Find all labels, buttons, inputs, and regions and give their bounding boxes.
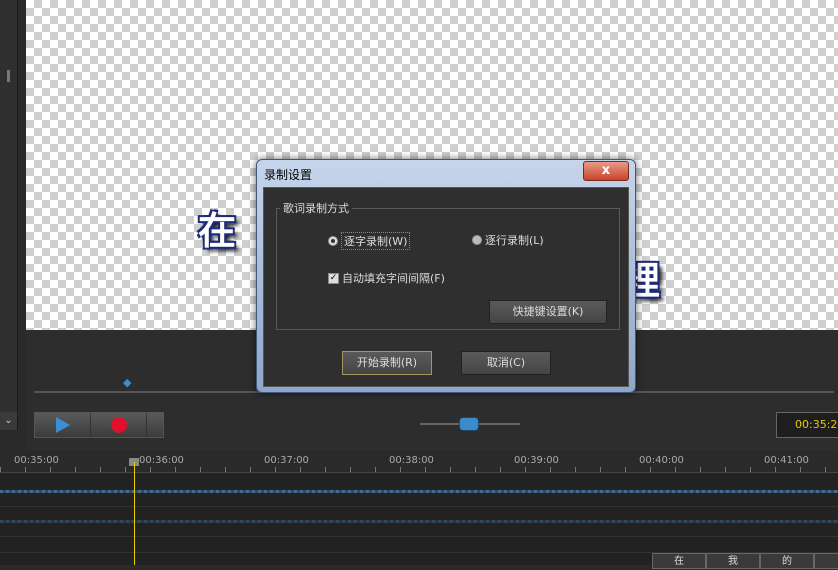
- chevron-down-icon[interactable]: ⌄: [0, 412, 17, 430]
- volume-slider-thumb[interactable]: [459, 417, 479, 431]
- option-word-record[interactable]: 逐字录制(W): [328, 232, 411, 250]
- option-line-label: 逐行录制(L): [485, 234, 544, 247]
- play-icon: [55, 417, 70, 433]
- transport-controls: [34, 412, 164, 438]
- audio-track[interactable]: [0, 478, 838, 507]
- transport-extra-button[interactable]: [147, 413, 163, 437]
- radio-icon[interactable]: [472, 235, 482, 245]
- close-button[interactable]: x: [583, 161, 629, 181]
- lyric-block[interactable]: 的: [760, 553, 814, 569]
- play-button[interactable]: [35, 413, 91, 437]
- waveform: [0, 520, 838, 523]
- tick-label: 00:39:00: [514, 455, 559, 466]
- tick-label: 00:35:00: [14, 455, 59, 466]
- left-panel: ⌄: [0, 0, 18, 430]
- group-label: 歌词录制方式: [280, 200, 352, 216]
- option-word-label: 逐字录制(W): [341, 232, 411, 250]
- dialog-body: 歌词录制方式 逐字录制(W) 逐行录制(L) ✓ 自动填充字间间隔(F) 快捷键…: [263, 187, 629, 387]
- record-button[interactable]: [91, 413, 147, 437]
- playhead[interactable]: [134, 462, 135, 565]
- lyric-blocks: 在 我 的: [652, 553, 838, 569]
- record-settings-dialog: 录制设置 x 歌词录制方式 逐字录制(W) 逐行录制(L) ✓ 自动填充字间间隔…: [256, 159, 636, 393]
- auto-fill-label: 自动填充字间间隔(F): [342, 272, 445, 285]
- radio-selected-icon[interactable]: [328, 236, 338, 246]
- lyric-text-left: 在: [198, 208, 237, 253]
- lyric-block[interactable]: 我: [706, 553, 760, 569]
- timeline: 00:35:00 00:36:00 00:37:00 00:38:00 00:3…: [0, 450, 838, 569]
- lyric-block[interactable]: [814, 553, 838, 569]
- lyric-track[interactable]: [0, 538, 838, 553]
- waveform: [0, 490, 838, 493]
- cancel-button[interactable]: 取消(C): [461, 351, 551, 375]
- tick-label: 00:36:00: [139, 455, 184, 466]
- splitter-grip[interactable]: [7, 70, 10, 82]
- checkbox-checked-icon[interactable]: ✓: [328, 272, 339, 284]
- tick-label: 00:41:00: [764, 455, 809, 466]
- dialog-title: 录制设置: [264, 168, 313, 182]
- lyric-block[interactable]: 在: [652, 553, 706, 569]
- time-ruler[interactable]: 00:35:00 00:36:00 00:37:00 00:38:00 00:3…: [0, 450, 838, 473]
- hotkey-settings-button[interactable]: 快捷键设置(K): [489, 300, 607, 324]
- start-record-button[interactable]: 开始录制(R): [342, 351, 432, 375]
- audio-track[interactable]: [0, 508, 838, 537]
- tick-label: 00:37:00: [264, 455, 309, 466]
- tick-label: 00:40:00: [639, 455, 684, 466]
- position-marker-icon[interactable]: ◆: [123, 377, 135, 388]
- option-line-record[interactable]: 逐行录制(L): [472, 232, 544, 248]
- tick-label: 00:38:00: [389, 455, 434, 466]
- auto-fill-checkbox[interactable]: ✓ 自动填充字间间隔(F): [328, 270, 445, 286]
- timecode-display: 00:35:24: [776, 412, 838, 438]
- record-icon: [110, 417, 127, 433]
